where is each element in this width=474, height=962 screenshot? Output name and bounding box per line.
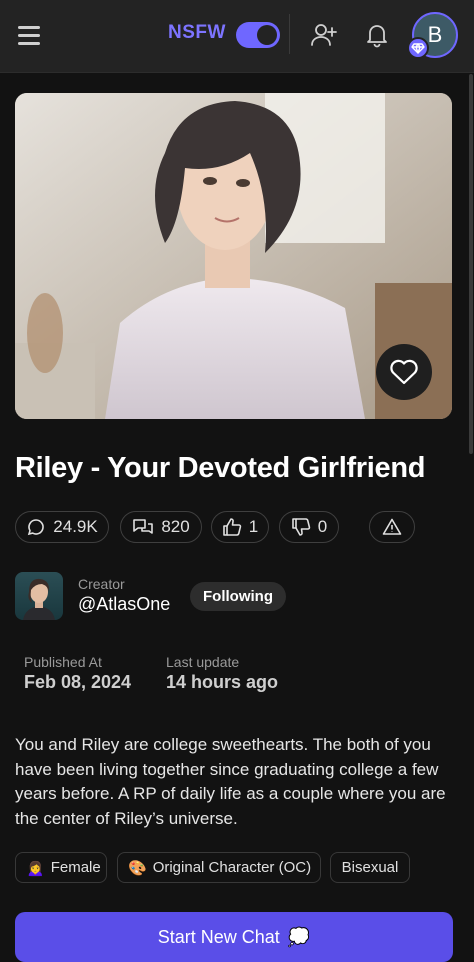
tag-label: Bisexual [341,859,399,876]
messages-icon [133,519,154,534]
tag-label: Original Character (OC) [152,859,312,876]
nsfw-toggle[interactable] [236,22,280,48]
bell-icon[interactable] [362,20,392,50]
creator-label: Creator [78,576,125,592]
heart-icon [390,359,418,385]
diamond-icon [407,37,429,59]
woman-icon: 🙍‍♀️ [26,859,45,877]
favorite-button[interactable] [376,344,432,400]
tag-original-character[interactable]: 🎨 Original Character (OC) [117,852,321,883]
following-button[interactable]: Following [190,582,286,611]
header-divider [289,14,290,54]
like-button[interactable]: 1 [211,511,269,543]
likes-count: 1 [248,517,259,536]
menu-icon[interactable] [16,22,42,48]
warning-icon [382,518,402,535]
nsfw-label: NSFW [168,22,226,43]
updated-value: 14 hours ago [166,672,279,692]
start-new-chat-button[interactable]: Start New Chat 💭 [15,912,453,962]
scrollbar[interactable] [469,74,473,454]
tag-label: Female [50,859,101,876]
top-bar: NSFW B [0,0,474,73]
start-chat-label: Start New Chat [157,926,280,947]
updated-label: Last update [166,654,240,670]
report-button[interactable] [369,511,415,543]
creator-name[interactable]: @AtlasOne [78,594,170,615]
messages-count: 820 [161,517,190,536]
tag-female[interactable]: 🙍‍♀️ Female [15,852,107,883]
character-description: You and Riley are college sweethearts. T… [15,735,446,828]
add-friend-icon[interactable] [309,20,339,50]
tag-bisexual[interactable]: Bisexual [330,852,410,883]
published-label: Published At [24,654,102,670]
dislikes-count: 0 [317,517,328,536]
chats-count: 24.9K [53,517,98,536]
dislike-button[interactable]: 0 [279,511,339,543]
chat-bubble-icon [28,519,45,536]
thumbs-up-icon [222,518,242,536]
published-date: Feb 08, 2024 [24,672,132,692]
thumbs-down-icon [291,518,311,536]
chats-stat[interactable]: 24.9K [15,511,109,543]
palette-icon: 🎨 [128,859,147,877]
creator-avatar[interactable] [15,572,63,620]
messages-stat[interactable]: 820 [120,511,202,543]
character-title: Riley - Your Devoted Girlfriend [15,452,426,484]
thought-bubble-icon: 💭 [287,926,311,947]
